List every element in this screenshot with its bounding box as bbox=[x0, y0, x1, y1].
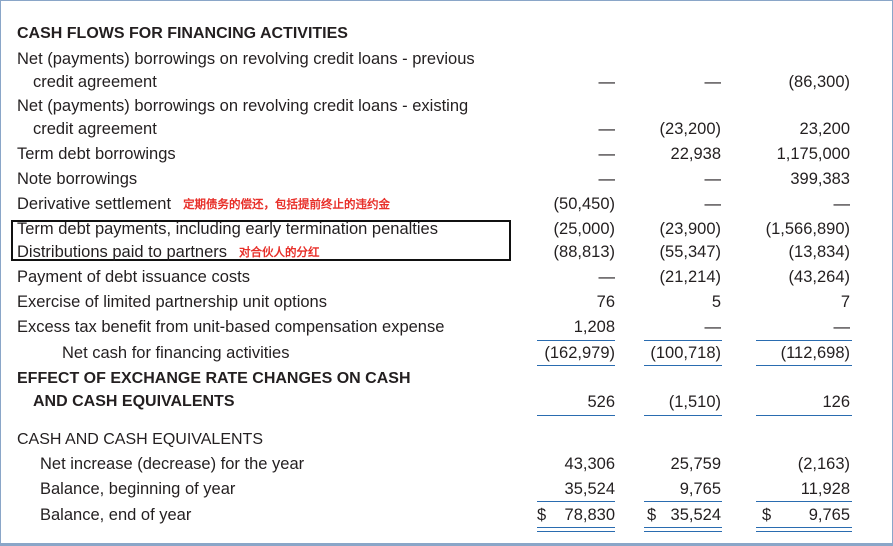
value-col2: (1,510) bbox=[668, 393, 721, 411]
table-row: Term debt borrowings — 22,938 1,175,000 bbox=[0, 142, 893, 166]
value-col1: — bbox=[598, 120, 616, 138]
value-col3: 399,383 bbox=[790, 170, 850, 188]
row-label: Exercise of limited partnership unit opt… bbox=[17, 293, 327, 311]
value-col2: — bbox=[704, 318, 722, 336]
cash-header-row: CASH AND CASH EQUIVALENTS bbox=[0, 428, 893, 452]
fx-rule bbox=[537, 415, 615, 416]
value-col1: (88,813) bbox=[553, 243, 615, 261]
total-rule bbox=[756, 365, 852, 366]
value-col2: — bbox=[704, 170, 722, 188]
grand-total-rule bbox=[537, 527, 615, 532]
table-row: Term debt payments, including early term… bbox=[0, 217, 893, 241]
table-row: Net (payments) borrowings on revolving c… bbox=[0, 94, 893, 118]
value-col1: 78,830 bbox=[564, 506, 615, 524]
table-row: Net increase (decrease) for the year 43,… bbox=[0, 452, 893, 476]
value-col3: 7 bbox=[840, 293, 850, 311]
fx-rule bbox=[756, 415, 852, 416]
value-col3: (112,698) bbox=[780, 344, 850, 362]
handwritten-annotation: 对合伙人的分红 bbox=[239, 247, 320, 259]
value-col3: — bbox=[833, 195, 851, 213]
value-col2: (55,347) bbox=[659, 243, 721, 261]
value-col2: 22,938 bbox=[670, 145, 721, 163]
value-col3: 1,175,000 bbox=[776, 145, 850, 163]
table-row-total: Balance, end of year $ 78,830 $ 35,524 $… bbox=[0, 503, 893, 527]
row-label: Net cash for financing activities bbox=[62, 344, 290, 362]
table-row: Note borrowings — — 399,383 bbox=[0, 167, 893, 191]
value-col2: (23,900) bbox=[659, 220, 721, 238]
total-rule bbox=[644, 365, 722, 366]
row-label: Balance, end of year bbox=[40, 506, 192, 524]
row-label: Balance, beginning of year bbox=[40, 480, 236, 498]
row-label: Net increase (decrease) for the year bbox=[40, 455, 305, 473]
table-row: Payment of debt issuance costs — (21,214… bbox=[0, 265, 893, 289]
grand-total-rule bbox=[756, 527, 852, 532]
value-col2: (100,718) bbox=[650, 344, 721, 362]
row-label: Distributions paid to partners bbox=[17, 243, 228, 261]
row-label: Excess tax benefit from unit-based compe… bbox=[17, 318, 445, 336]
row-label: Term debt payments, including early term… bbox=[17, 220, 438, 238]
value-col1: 526 bbox=[587, 393, 615, 411]
value-col3: 11,928 bbox=[800, 480, 850, 498]
value-col1: — bbox=[598, 268, 616, 286]
table-row: Distributions paid to partners 对合伙人的分红 (8… bbox=[0, 240, 893, 264]
value-col1: 35,524 bbox=[564, 480, 615, 498]
value-col2: — bbox=[704, 195, 722, 213]
value-col1: 1,208 bbox=[573, 318, 615, 336]
value-col3: 126 bbox=[822, 393, 850, 411]
value-col3: (1,566,890) bbox=[765, 220, 850, 238]
value-col1: 43,306 bbox=[564, 455, 615, 473]
subtotal-rule bbox=[537, 501, 615, 502]
value-col1: — bbox=[598, 170, 616, 188]
value-col2: 25,759 bbox=[670, 455, 721, 473]
table-row-total: Net cash for financing activities (162,9… bbox=[0, 341, 893, 365]
value-col1: (50,450) bbox=[553, 195, 615, 213]
value-col2: 9,765 bbox=[679, 480, 721, 498]
table-row: Exercise of limited partnership unit opt… bbox=[0, 290, 893, 314]
table-row: Derivative settlement 定期债务的偿还，包括提前终止的违约金 … bbox=[0, 192, 893, 216]
fx-header-row: EFFECT OF EXCHANGE RATE CHANGES ON CASH bbox=[0, 367, 893, 391]
value-col1: — bbox=[598, 73, 616, 91]
row-label: Net (payments) borrowings on revolving c… bbox=[17, 97, 469, 115]
value-col3: (2,163) bbox=[797, 455, 850, 473]
grand-total-rule bbox=[644, 527, 722, 532]
row-label: AND CASH EQUIVALENTS bbox=[33, 393, 235, 410]
value-col3: (13,834) bbox=[788, 243, 850, 261]
subtotal-rule bbox=[644, 501, 722, 502]
value-col2: (21,214) bbox=[659, 268, 721, 286]
total-rule bbox=[537, 365, 615, 366]
row-label: Net (payments) borrowings on revolving c… bbox=[17, 50, 475, 68]
value-col3: 23,200 bbox=[799, 120, 850, 138]
financing-header-row: CASH FLOWS FOR FINANCING ACTIVITIES bbox=[0, 22, 893, 46]
row-label: Term debt borrowings bbox=[17, 145, 176, 163]
value-col2: (23,200) bbox=[659, 120, 721, 138]
row-label: Payment of debt issuance costs bbox=[17, 268, 250, 286]
row-label: Note borrowings bbox=[17, 170, 138, 188]
value-col3: (43,264) bbox=[788, 268, 850, 286]
cash-header: CASH AND CASH EQUIVALENTS bbox=[17, 431, 263, 448]
fx-rule bbox=[644, 415, 722, 416]
row-label: Derivative settlement bbox=[17, 195, 172, 213]
table-row: Net (payments) borrowings on revolving c… bbox=[0, 47, 893, 71]
handwritten-annotation: 定期债务的偿还，包括提前终止的违约金 bbox=[183, 199, 391, 211]
subtotal-rule bbox=[756, 501, 852, 502]
table-row: credit agreement — (23,200) 23,200 bbox=[0, 117, 893, 141]
value-col3: 9,765 bbox=[808, 506, 850, 524]
row-label: credit agreement bbox=[33, 73, 157, 91]
value-col3: — bbox=[833, 318, 851, 336]
value-col2: 35,524 bbox=[670, 506, 721, 524]
value-col3: (86,300) bbox=[788, 73, 850, 91]
value-col1: (162,979) bbox=[544, 344, 615, 362]
value-col1: — bbox=[598, 145, 616, 163]
value-col2: 5 bbox=[711, 293, 721, 311]
value-col1: 76 bbox=[596, 293, 615, 311]
table-row: credit agreement — — (86,300) bbox=[0, 70, 893, 94]
table-row: AND CASH EQUIVALENTS 526 (1,510) 126 bbox=[0, 390, 893, 414]
table-row: Excess tax benefit from unit-based compe… bbox=[0, 315, 893, 339]
financing-header: CASH FLOWS FOR FINANCING ACTIVITIES bbox=[17, 25, 348, 42]
value-col1: (25,000) bbox=[553, 220, 615, 238]
table-row: Balance, beginning of year 35,524 9,765 … bbox=[0, 477, 893, 501]
row-label: credit agreement bbox=[33, 120, 157, 138]
fx-header: EFFECT OF EXCHANGE RATE CHANGES ON CASH bbox=[17, 370, 411, 387]
value-col2: — bbox=[704, 73, 722, 91]
